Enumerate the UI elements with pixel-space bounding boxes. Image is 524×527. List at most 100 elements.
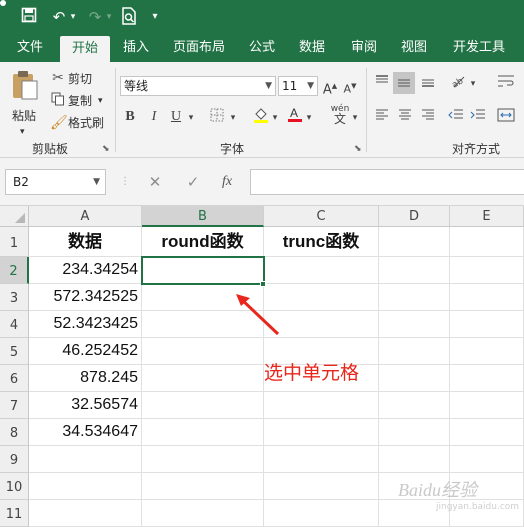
worksheet-grid: A B C D E 1 2 3 4 5 6 7 8 9 10 11 数据 rou… [0,206,524,527]
align-center-icon[interactable] [395,108,415,126]
column-header-a[interactable]: A [29,206,142,227]
paste-dropdown-icon[interactable]: ▾ [20,124,25,140]
cell-a1[interactable]: 数据 [29,229,141,256]
fill-color-dropdown-icon[interactable]: ▾ [270,109,280,127]
cell-a8[interactable]: 34.534647 [29,419,141,445]
customize-qat-icon[interactable]: ▾ [148,7,162,27]
row-header[interactable]: 5 [0,338,29,365]
clipboard-launcher-icon[interactable]: ⬊ [102,144,112,154]
copy-button[interactable]: 复制 ▾ [50,92,112,110]
tab-review[interactable]: 审阅 [346,34,382,62]
font-size-select[interactable]: 11 ▼ [278,76,318,96]
orientation-icon[interactable]: ab [448,73,468,94]
row-header[interactable]: 2 [0,257,29,284]
middle-align-icon[interactable] [393,72,415,94]
insert-function-icon[interactable]: fx [216,170,238,194]
formula-bar: B2 ▼ ⋮ ✕ ✓ fx [0,158,524,206]
row-header[interactable]: 1 [0,227,29,257]
top-align-icon[interactable] [372,74,392,93]
confirm-entry-icon[interactable]: ✓ [182,170,204,194]
bold-button[interactable]: B [122,108,138,126]
cell-a2[interactable]: 234.34254 [29,257,141,283]
paste-icon [13,71,38,100]
wrap-text-icon[interactable] [494,73,518,94]
borders-dropdown-icon[interactable]: ▾ [228,109,238,127]
align-left-icon[interactable] [372,108,392,126]
select-all-button[interactable] [0,206,29,227]
font-color-icon[interactable]: A [286,105,304,128]
increase-font-size-icon[interactable]: A▲ [322,77,338,99]
column-header-e[interactable]: E [450,206,524,227]
underline-dropdown-icon[interactable]: ▾ [186,109,196,127]
name-box[interactable]: B2 ▼ [5,169,106,195]
font-name-select[interactable]: 等线 ▼ [120,76,276,96]
annotation-arrow-icon [236,294,280,336]
font-color-dropdown-icon[interactable]: ▾ [304,109,314,127]
font-group-label: 字体 [220,142,245,156]
paste-button[interactable]: 粘贴 ▾ [8,68,42,137]
ribbon-tabs: 文件 开始 插入 页面布局 公式 数据 审阅 视图 开发工具 [0,34,524,62]
cell-c1[interactable]: trunc函数 [264,229,378,256]
italic-button[interactable]: I [146,108,162,126]
align-right-icon[interactable] [418,108,438,126]
chevron-down-icon: ▼ [93,177,100,187]
row-header[interactable]: 6 [0,365,29,392]
tab-view[interactable]: 视图 [396,34,432,62]
orientation-dropdown-icon[interactable]: ▾ [468,75,478,93]
row-header[interactable]: 9 [0,446,29,473]
bottom-align-icon[interactable] [418,74,438,93]
decrease-font-size-icon[interactable]: A▼ [342,77,358,99]
fill-handle[interactable] [260,281,266,287]
column-header-d[interactable]: D [379,206,450,227]
increase-indent-icon[interactable] [468,108,488,126]
ribbon-home: 粘贴 ▾ ✂ 剪切 复制 ▾ 🖌 格式刷 剪贴板 ⬊ 等线 ▼ 11 ▼ A▲ … [0,62,524,158]
tab-data[interactable]: 数据 [294,34,330,62]
select-all-icon [15,213,25,223]
redo-icon[interactable]: ↷ [84,7,106,27]
font-launcher-icon[interactable]: ⬊ [354,144,364,154]
cancel-entry-icon[interactable]: ✕ [144,170,166,194]
save-icon[interactable] [18,7,40,27]
copy-icon [50,92,66,111]
copy-label: 复制 [68,94,93,108]
decrease-indent-icon[interactable] [446,108,466,126]
tab-page-layout[interactable]: 页面布局 [168,34,230,62]
underline-button[interactable]: U [168,108,184,126]
cell-b1[interactable]: round函数 [142,229,263,256]
cell-a5[interactable]: 46.252452 [29,338,141,364]
redo-dropdown-icon[interactable]: ▾ [104,7,114,27]
tab-insert[interactable]: 插入 [116,34,156,62]
alignment-group-label: 对齐方式 [452,142,501,156]
cut-label: 剪切 [68,72,93,86]
column-header-b[interactable]: B [142,206,264,227]
copy-dropdown-icon[interactable]: ▾ [98,93,103,109]
fill-color-icon[interactable] [252,106,270,129]
row-header[interactable]: 7 [0,392,29,419]
format-painter-button[interactable]: 🖌 格式刷 [50,114,110,132]
font-size-value: 11 [282,79,298,93]
cell-a6[interactable]: 878.245 [29,365,141,391]
formula-input[interactable] [250,169,524,195]
column-header-c[interactable]: C [264,206,379,227]
borders-icon[interactable] [208,108,226,127]
undo-dropdown-icon[interactable]: ▾ [68,7,78,27]
tab-formulas[interactable]: 公式 [244,34,280,62]
tab-home[interactable]: 开始 [60,36,110,62]
merge-center-icon[interactable] [494,108,518,127]
phonetic-guide-icon[interactable]: wén 文 [330,104,350,126]
row-header[interactable]: 10 [0,473,29,500]
cell-a4[interactable]: 52.3423425 [29,311,141,337]
tab-developer[interactable]: 开发工具 [448,34,510,62]
cell-a3[interactable]: 572.342525 [29,284,141,310]
tab-file[interactable]: 文件 [8,34,52,62]
row-header[interactable]: 4 [0,311,29,338]
row-header[interactable]: 8 [0,419,29,446]
cell-a7[interactable]: 32.56574 [29,392,141,418]
row-header[interactable]: 11 [0,500,29,527]
selected-cell-b2[interactable] [141,256,265,285]
phonetic-dropdown-icon[interactable]: ▾ [350,109,360,127]
row-header[interactable]: 3 [0,284,29,311]
print-preview-icon[interactable] [118,7,140,27]
undo-icon[interactable]: ↶ [48,7,70,27]
cut-button[interactable]: ✂ 剪切 [50,70,100,88]
